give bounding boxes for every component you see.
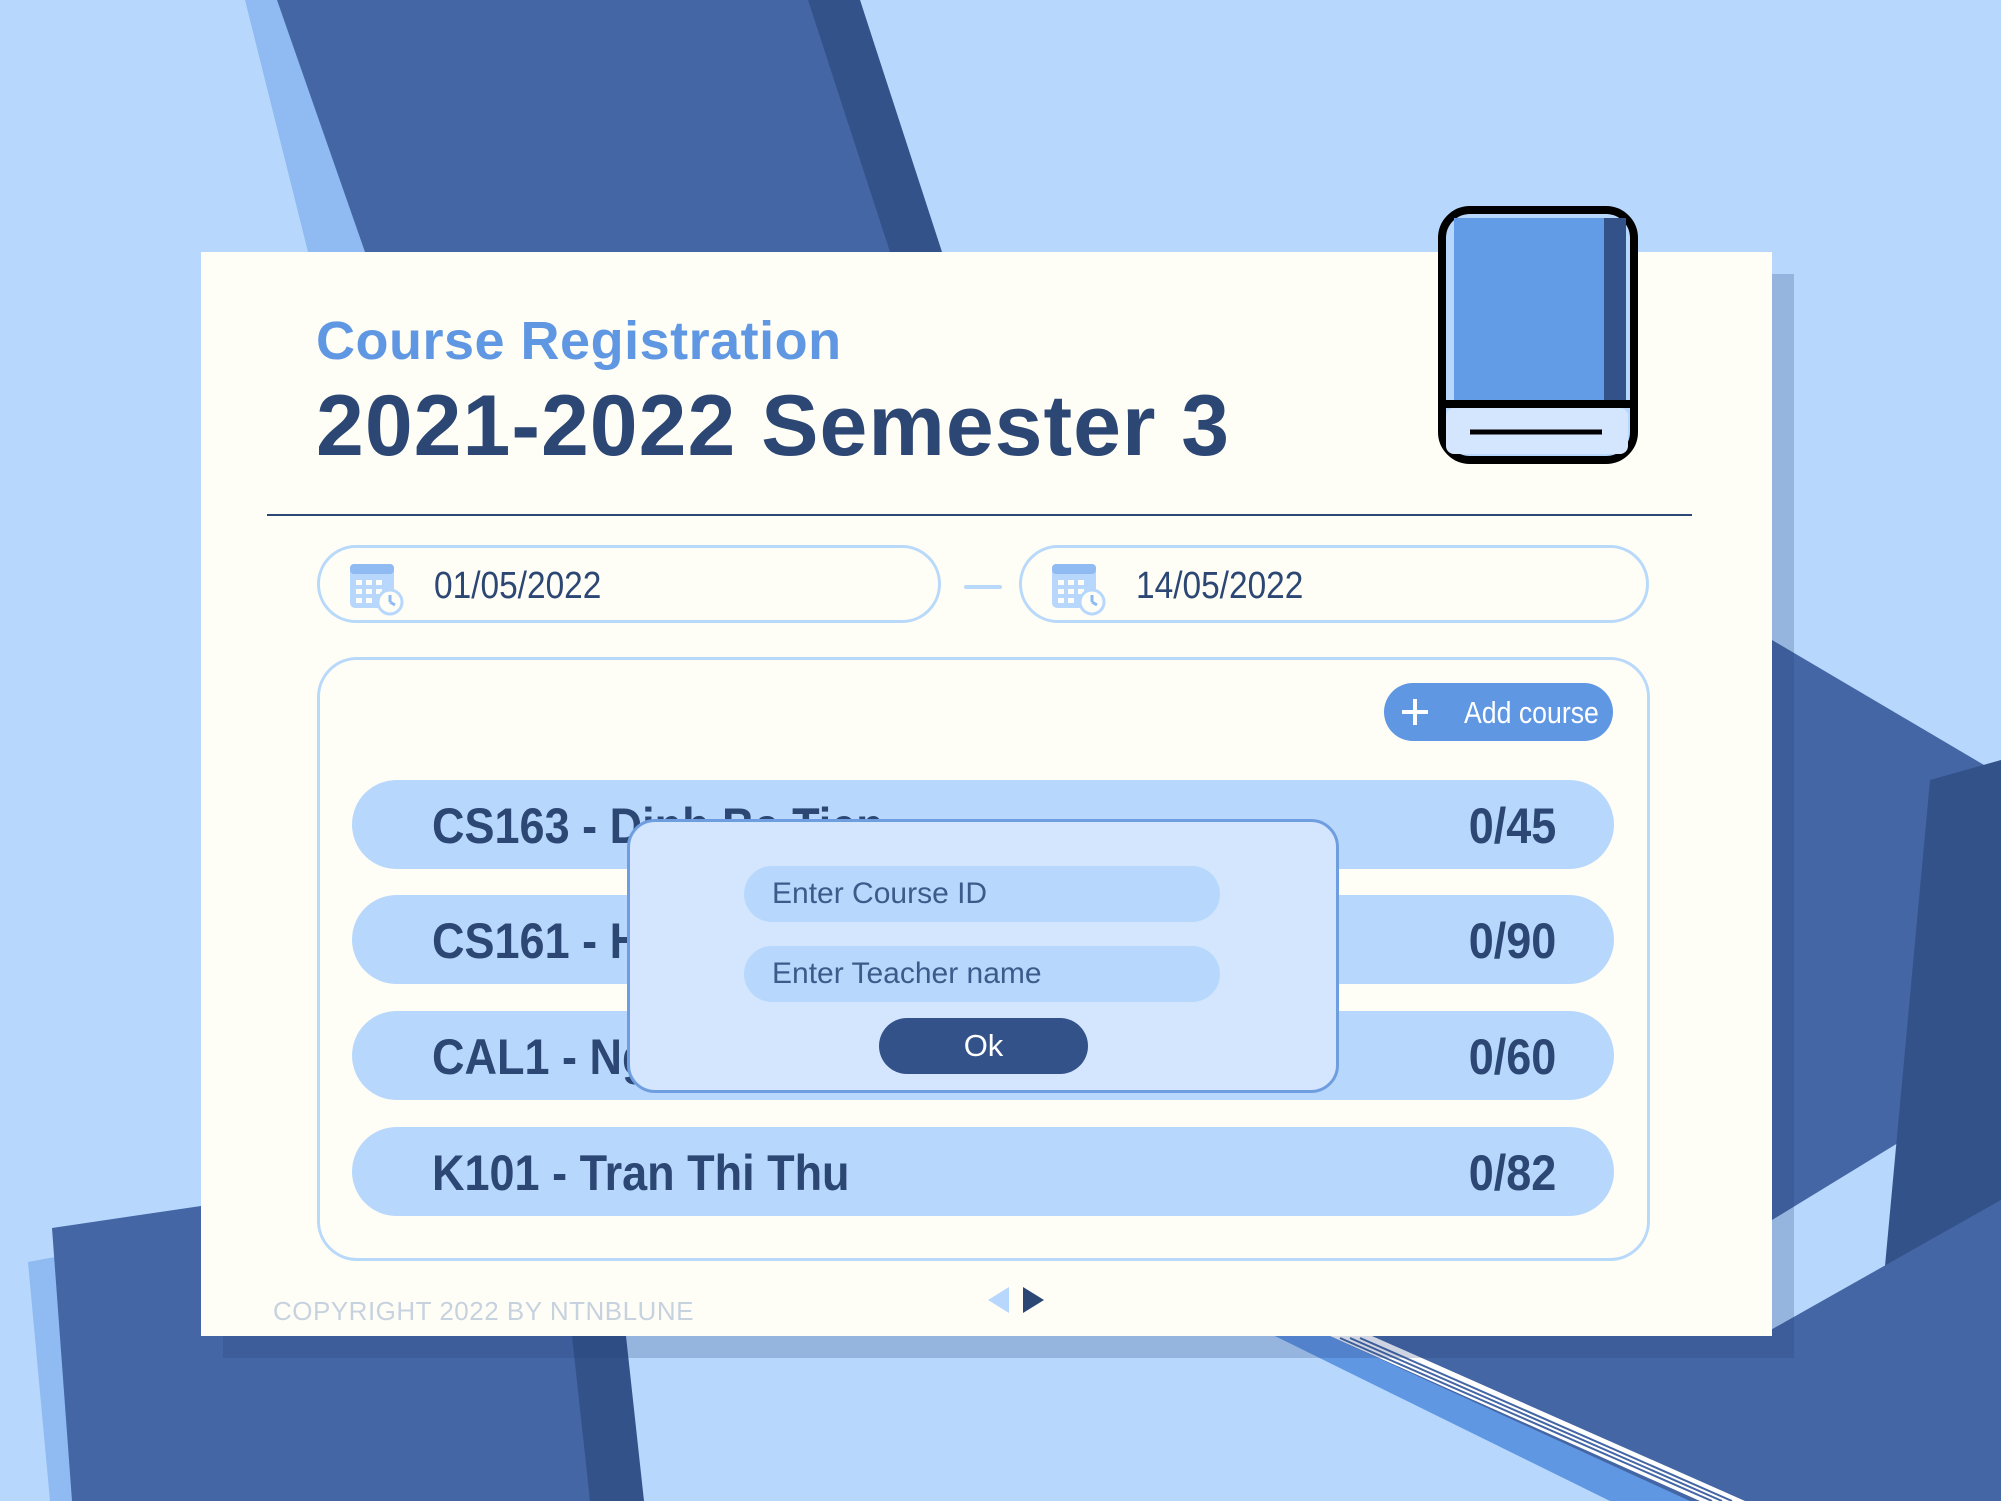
teacher-name-input[interactable]: [744, 946, 1220, 1002]
ok-button[interactable]: Ok: [879, 1018, 1088, 1074]
end-date-field[interactable]: 14/05/2022: [1019, 545, 1649, 623]
registration-card: Course Registration 2021-2022 Semester 3…: [201, 206, 1772, 1336]
end-date-value: 14/05/2022: [1136, 565, 1304, 607]
calendar-clock-icon: [350, 564, 404, 616]
book-icon: [1438, 206, 1638, 464]
page-subtitle: Course Registration: [316, 311, 842, 371]
date-range-separator: [964, 585, 1002, 589]
add-course-dialog: Ok: [627, 819, 1339, 1093]
arrow-left-icon[interactable]: [985, 1285, 1013, 1315]
pagination: [985, 1285, 1045, 1319]
course-enrollment: 0/45: [1468, 798, 1556, 854]
course-row[interactable]: K101 - Tran Thi Thu 0/82: [352, 1127, 1614, 1216]
arrow-right-icon[interactable]: [1019, 1285, 1047, 1315]
start-date-field[interactable]: 01/05/2022: [317, 545, 941, 623]
course-enrollment: 0/60: [1468, 1029, 1556, 1085]
calendar-clock-icon: [1052, 564, 1106, 616]
add-course-button[interactable]: Add course: [1384, 683, 1613, 741]
header-divider: [267, 514, 1692, 516]
add-course-label: Add course: [1464, 695, 1599, 730]
start-date-value: 01/05/2022: [434, 565, 602, 607]
course-enrollment: 0/82: [1468, 1145, 1556, 1201]
course-name: K101 - Tran Thi Thu: [432, 1145, 850, 1201]
course-name: CAL1 - Ng: [432, 1029, 650, 1085]
course-name: CS161 - H: [432, 913, 643, 969]
copyright-text: COPYRIGHT 2022 BY NTNBLUNE: [273, 1296, 694, 1326]
course-id-input[interactable]: [744, 866, 1220, 922]
course-enrollment: 0/90: [1468, 913, 1556, 969]
plus-icon: [1402, 699, 1428, 725]
page-title: 2021-2022 Semester 3: [316, 378, 1231, 474]
